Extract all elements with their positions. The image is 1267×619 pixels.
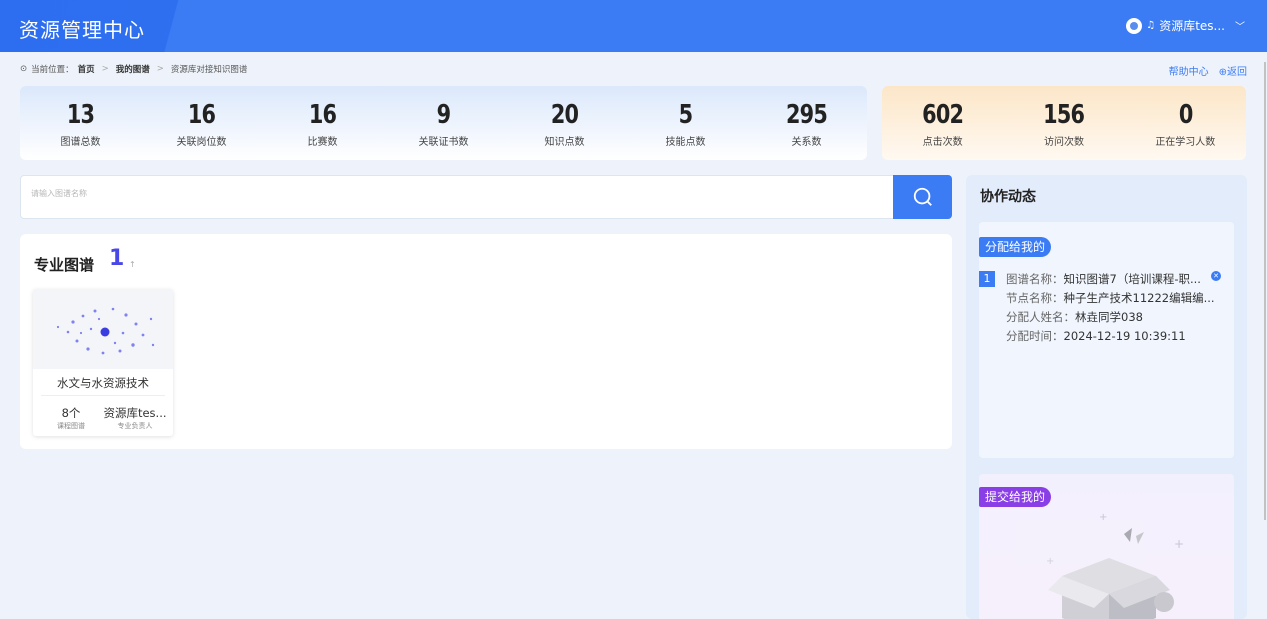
- stat-item: 602 点击次数: [882, 86, 1003, 160]
- collaboration-title: 协作动态: [980, 189, 1036, 205]
- chevron-down-icon: ﹀: [1235, 22, 1245, 33]
- stat-item: 0 正在学习人数: [1125, 86, 1246, 160]
- stat-value: 295: [785, 100, 828, 130]
- search-button[interactable]: [893, 175, 952, 219]
- breadcrumb-separator-icon: >: [156, 64, 164, 74]
- major-graph-card[interactable]: 水文与水资源技术 8个 课程图谱 资源库tes... 专业负责人: [33, 289, 173, 436]
- item-row: 节点名称：种子生产技术11222编辑编...: [1006, 290, 1215, 306]
- stat-item: 5 技能点数: [625, 86, 746, 160]
- stat-value: 602: [922, 100, 964, 130]
- panel-count: 1: [109, 246, 125, 271]
- svg-text:+: +: [1099, 512, 1107, 523]
- row-value: 知识图谱7（培训课程-职...: [1063, 272, 1201, 286]
- graph-thumbnail: [33, 289, 173, 369]
- stat-label: 正在学习人数: [1155, 137, 1216, 148]
- panel-title: 专业图谱: [34, 256, 95, 274]
- card-divider: [41, 395, 165, 396]
- svg-text:+: +: [1174, 537, 1184, 551]
- breadcrumb-prefix: 当前位置：: [31, 65, 74, 75]
- close-icon[interactable]: ✕: [1211, 271, 1221, 281]
- breadcrumb-current: 资源库对接知识图谱: [170, 65, 248, 75]
- top-bar: 资源管理中心 ♫ 资源库tes... ﹀: [0, 0, 1267, 52]
- card-course-label: 课程图谱: [57, 422, 85, 430]
- search-bar: [20, 175, 952, 219]
- submitted-to-me-box: 提交给我的 + + +: [979, 474, 1234, 619]
- assigned-to-me-box: 分配给我的 1 ✕ 图谱名称：知识图谱7（培训课程-职... 节点名称：种子生产…: [979, 222, 1234, 458]
- stat-item: 16 关联岗位数: [141, 86, 262, 160]
- breadcrumb-my-graphs[interactable]: 我的图谱: [116, 63, 150, 75]
- search-icon: [913, 187, 932, 206]
- location-pin-icon: ⊙: [20, 64, 28, 74]
- stat-value: 5: [678, 100, 693, 130]
- search-input[interactable]: [31, 189, 891, 198]
- user-avatar-icon: [1126, 17, 1143, 34]
- stats-side-bar: 602 点击次数 156 访问次数 0 正在学习人数: [882, 86, 1246, 160]
- page-scrollbar[interactable]: [1264, 62, 1266, 520]
- stat-label: 技能点数: [665, 137, 706, 148]
- empty-box-icon: + + +: [1046, 512, 1184, 619]
- stat-value: 9: [436, 100, 451, 130]
- stat-label: 访问次数: [1043, 137, 1084, 148]
- back-icon: ⊕: [1218, 67, 1227, 78]
- user-name: 资源库tes...: [1159, 19, 1225, 33]
- stats-main-bar: 13 图谱总数 16 关联岗位数 16 比赛数 9 关联证书数 20 知识点数 5 技能点数…: [20, 86, 867, 160]
- stat-item: 156 访问次数: [1003, 86, 1124, 160]
- stat-item: 20 知识点数: [504, 86, 625, 160]
- assigned-tag: 分配给我的: [979, 237, 1052, 257]
- stat-label: 知识点数: [544, 137, 585, 148]
- collaboration-panel: 协作动态 分配给我的 1 ✕ 图谱名称：知识图谱7（培训课程-职... 节点名称…: [966, 175, 1247, 619]
- stat-item: 16 比赛数: [262, 86, 383, 160]
- breadcrumb-separator-icon: >: [101, 64, 109, 74]
- row-key: 分配人姓名：: [1006, 310, 1075, 324]
- item-row: 图谱名称：知识图谱7（培训课程-职...: [1006, 271, 1201, 287]
- stat-value: 16: [308, 100, 337, 130]
- back-label: 返回: [1227, 67, 1247, 78]
- row-key: 图谱名称：: [1006, 272, 1064, 286]
- breadcrumb-home[interactable]: 首页: [78, 63, 95, 75]
- svg-text:+: +: [1046, 556, 1054, 567]
- breadcrumb: ⊙ 当前位置： 首页 > 我的图谱 > 资源库对接知识图谱: [20, 63, 247, 75]
- help-center-link[interactable]: 帮助中心: [1169, 63, 1209, 78]
- stat-label: 图谱总数: [60, 137, 101, 148]
- user-menu[interactable]: ♫ 资源库tes... ﹀: [1126, 17, 1245, 34]
- card-owner-label: 专业负责人: [117, 422, 153, 430]
- stat-value: 156: [1043, 100, 1085, 130]
- item-index: 1: [979, 271, 995, 287]
- stat-item: 295 关系数: [746, 86, 867, 160]
- stat-label: 点击次数: [922, 137, 963, 148]
- item-row: 分配时间：2024-12-19 10:39:11: [1006, 328, 1186, 344]
- submitted-tag: 提交给我的: [979, 487, 1052, 507]
- stat-label: 关系数: [791, 137, 822, 148]
- item-row: 分配人姓名：林垚同学038: [1006, 309, 1143, 325]
- back-link[interactable]: ⊕返回: [1219, 63, 1247, 78]
- badge-icon: ♫: [1146, 20, 1156, 31]
- card-course-count: 8个: [61, 406, 81, 420]
- stat-value: 16: [187, 100, 216, 130]
- sort-arrow-icon[interactable]: ↑: [129, 260, 136, 269]
- card-title: 水文与水资源技术: [57, 376, 149, 390]
- stat-value: 13: [66, 100, 95, 130]
- stat-value: 0: [1178, 100, 1193, 130]
- card-owner-name: 资源库tes...: [103, 406, 167, 420]
- row-value: 种子生产技术11222编辑编...: [1063, 291, 1215, 305]
- row-key: 节点名称：: [1006, 291, 1064, 305]
- stat-value: 20: [550, 100, 579, 130]
- row-value: 林垚同学038: [1075, 310, 1143, 324]
- top-links: 帮助中心 ⊕返回: [1169, 63, 1247, 78]
- stat-item: 9 关联证书数: [383, 86, 504, 160]
- row-key: 分配时间：: [1006, 329, 1064, 343]
- stat-label: 关联岗位数: [176, 137, 227, 148]
- app-title: 资源管理中心: [19, 18, 145, 42]
- row-value: 2024-12-19 10:39:11: [1063, 329, 1186, 343]
- stat-label: 比赛数: [307, 137, 338, 148]
- stat-label: 关联证书数: [418, 137, 469, 148]
- stat-item: 13 图谱总数: [20, 86, 141, 160]
